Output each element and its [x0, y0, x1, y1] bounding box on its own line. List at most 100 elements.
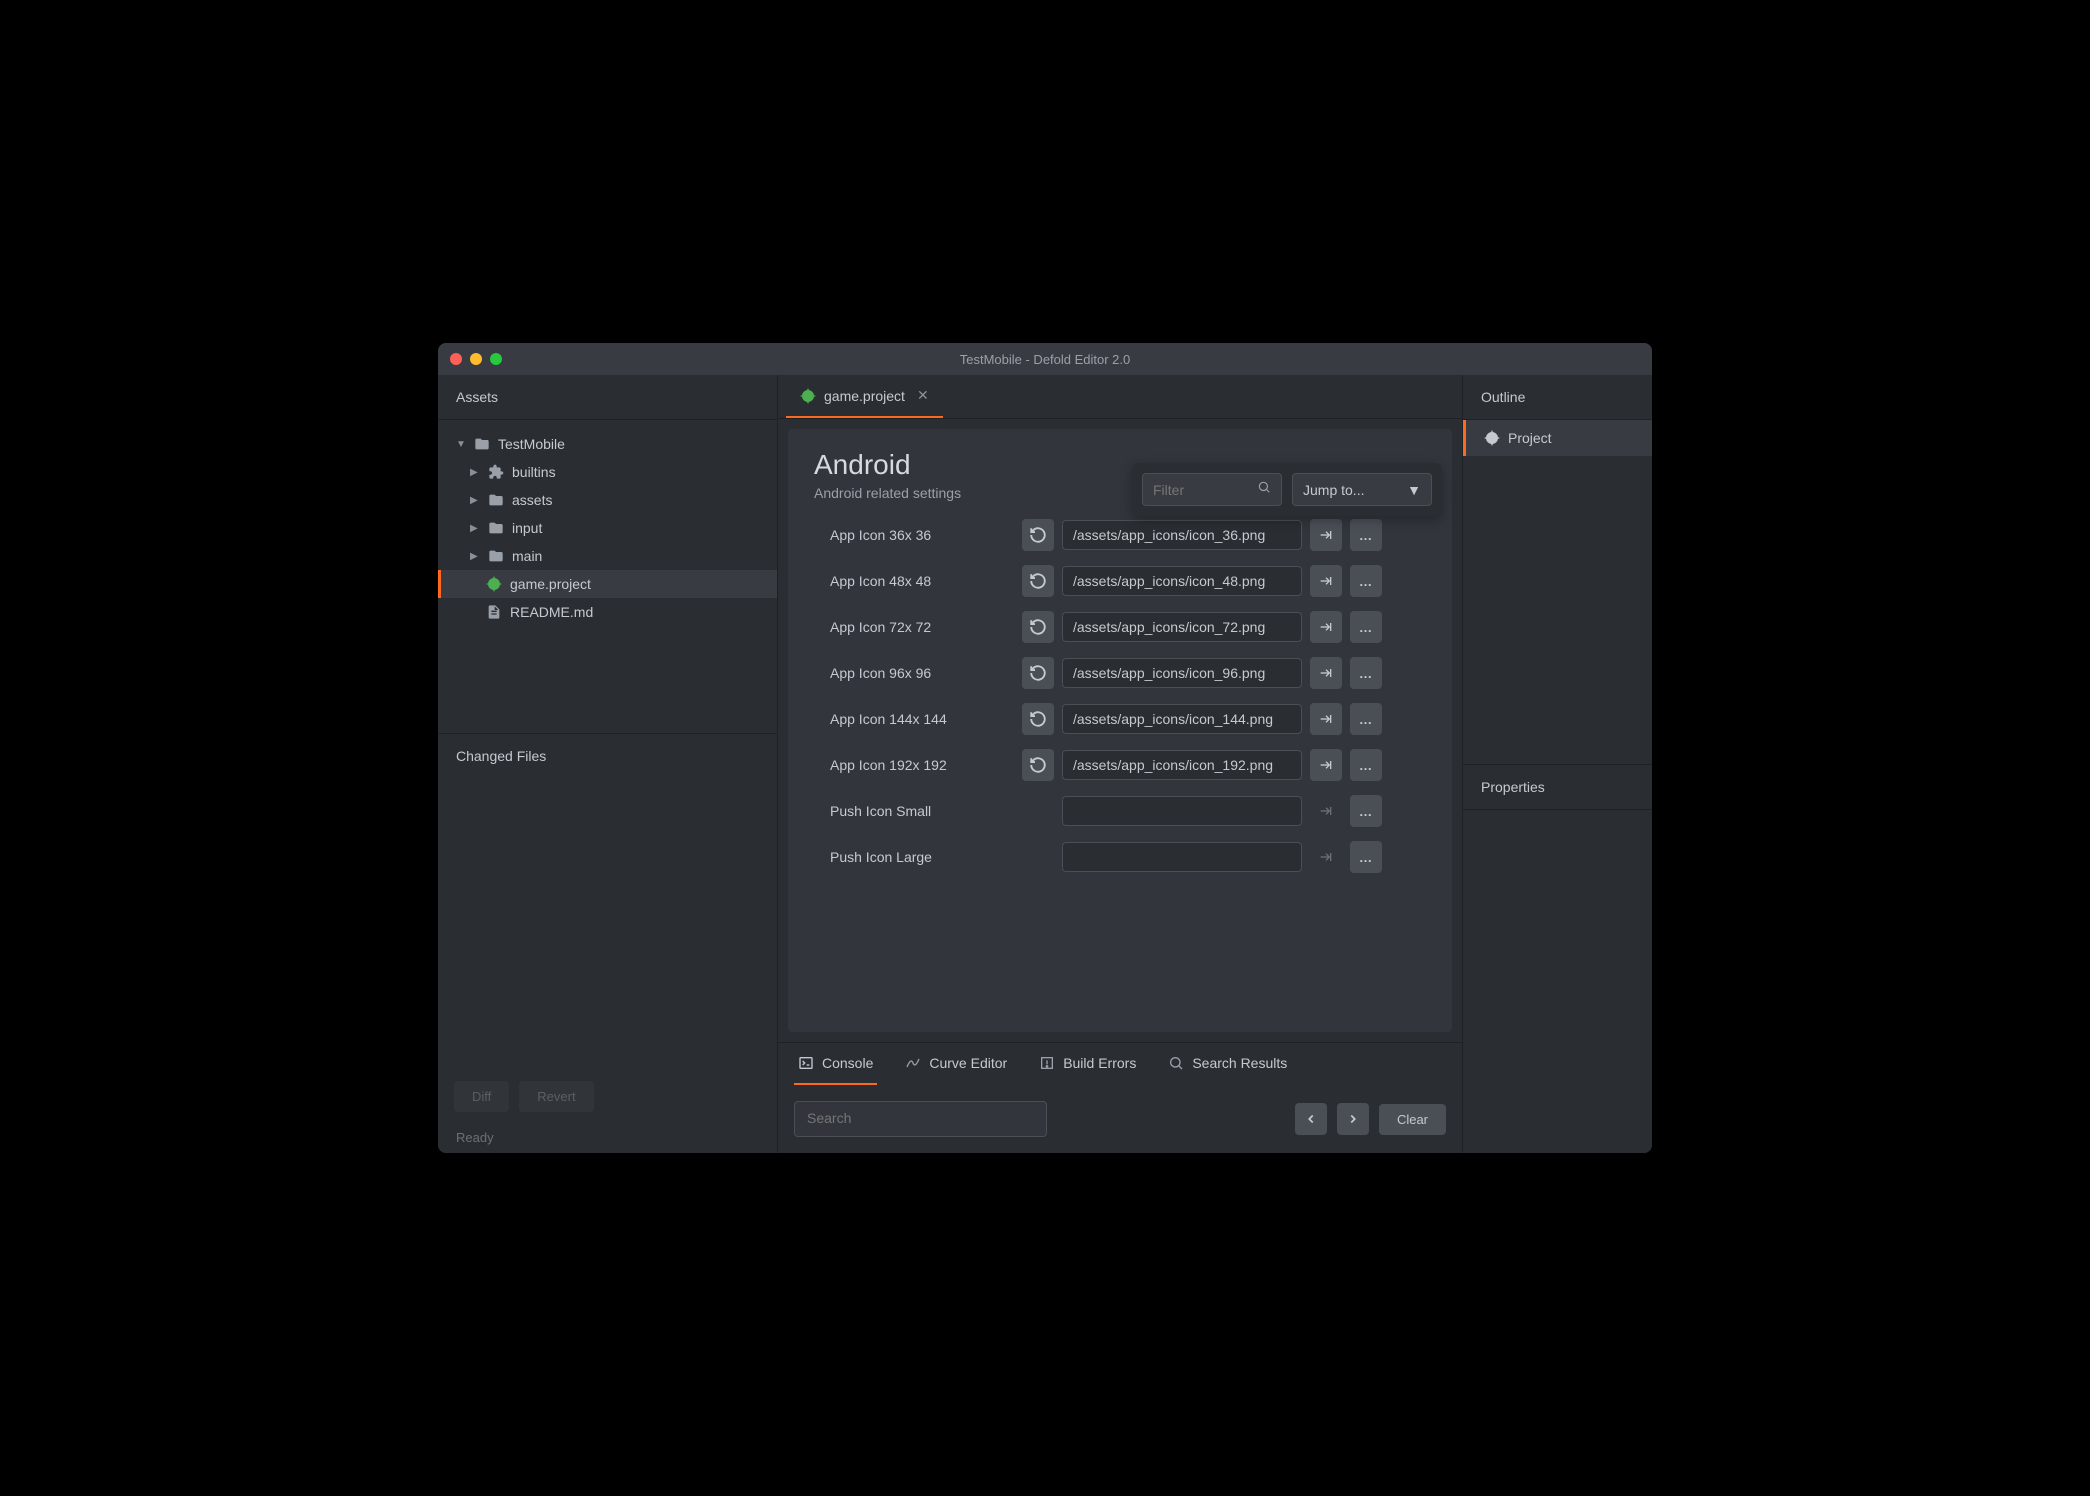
- tree-label: assets: [512, 492, 552, 508]
- folder-icon: [488, 548, 504, 564]
- tree-item-input[interactable]: ▶ input: [438, 514, 777, 542]
- property-input[interactable]: [1062, 658, 1302, 688]
- tree-item-root[interactable]: ▼ TestMobile: [438, 430, 777, 458]
- property-input[interactable]: [1062, 704, 1302, 734]
- assets-header: Assets: [438, 375, 777, 420]
- console-search-input[interactable]: [807, 1110, 1034, 1126]
- right-panel: Outline Project Properties: [1462, 375, 1652, 1153]
- chevron-down-icon: ▼: [1407, 482, 1421, 498]
- curve-icon: [905, 1055, 921, 1071]
- chevron-down-icon: ▼: [456, 439, 466, 450]
- property-label: App Icon 192x 192: [814, 757, 1014, 773]
- changed-files-body: [438, 778, 777, 1071]
- document-icon: [486, 604, 502, 620]
- left-panel: Assets ▼ TestMobile ▶ builtins ▶ assets: [438, 375, 778, 1153]
- tab-console[interactable]: Console: [794, 1043, 877, 1085]
- reset-button[interactable]: [1022, 611, 1054, 643]
- filter-input-wrapper[interactable]: [1142, 473, 1282, 506]
- prev-button[interactable]: [1295, 1103, 1327, 1135]
- diff-button[interactable]: Diff: [454, 1081, 509, 1112]
- filter-toolbar: Jump to... ▼: [1132, 463, 1442, 516]
- goto-button[interactable]: [1310, 611, 1342, 643]
- goto-button[interactable]: [1310, 703, 1342, 735]
- next-button[interactable]: [1337, 1103, 1369, 1135]
- property-input[interactable]: [1062, 842, 1302, 872]
- outline-label: Project: [1508, 430, 1552, 446]
- folder-icon: [474, 436, 490, 452]
- goto-button[interactable]: [1310, 795, 1342, 827]
- tab-search-results[interactable]: Search Results: [1164, 1043, 1291, 1085]
- folder-icon: [488, 492, 504, 508]
- status-bar: Ready: [438, 1122, 777, 1153]
- reset-button[interactable]: [1022, 749, 1054, 781]
- editor-window: TestMobile - Defold Editor 2.0 Assets ▼ …: [438, 343, 1652, 1153]
- reset-button[interactable]: [1022, 657, 1054, 689]
- property-label: Push Icon Small: [814, 803, 1014, 819]
- browse-button[interactable]: …: [1350, 841, 1382, 873]
- tree-item-assets[interactable]: ▶ assets: [438, 486, 777, 514]
- property-row: App Icon 192x 192 …: [814, 749, 1426, 781]
- browse-button[interactable]: …: [1350, 519, 1382, 551]
- search-icon: [1257, 480, 1271, 499]
- browse-button[interactable]: …: [1350, 795, 1382, 827]
- browse-button[interactable]: …: [1350, 611, 1382, 643]
- browse-button[interactable]: …: [1350, 657, 1382, 689]
- property-row: Push Icon Small …: [814, 795, 1426, 827]
- minimize-window-button[interactable]: [470, 353, 482, 365]
- filter-input[interactable]: [1153, 482, 1243, 498]
- goto-button[interactable]: [1310, 519, 1342, 551]
- tree-item-game-project[interactable]: game.project: [438, 570, 777, 598]
- property-row: App Icon 36x 36 …: [814, 519, 1426, 551]
- outline-item-project[interactable]: Project: [1463, 420, 1652, 456]
- error-icon: [1039, 1055, 1055, 1071]
- clear-button[interactable]: Clear: [1379, 1104, 1446, 1135]
- tab-game-project[interactable]: game.project ✕: [786, 375, 943, 418]
- property-row: App Icon 48x 48 …: [814, 565, 1426, 597]
- property-row: App Icon 72x 72 …: [814, 611, 1426, 643]
- console-icon: [798, 1055, 814, 1071]
- search-icon: [1168, 1055, 1184, 1071]
- browse-button[interactable]: …: [1350, 565, 1382, 597]
- tree-item-builtins[interactable]: ▶ builtins: [438, 458, 777, 486]
- browse-button[interactable]: …: [1350, 703, 1382, 735]
- outline-header: Outline: [1463, 375, 1652, 420]
- asset-tree: ▼ TestMobile ▶ builtins ▶ assets ▶: [438, 420, 777, 733]
- property-row: App Icon 144x 144 …: [814, 703, 1426, 735]
- close-window-button[interactable]: [450, 353, 462, 365]
- revert-button[interactable]: Revert: [519, 1081, 593, 1112]
- tree-item-main[interactable]: ▶ main: [438, 542, 777, 570]
- editor-area: Android Android related settings Jump to…: [788, 429, 1452, 1032]
- reset-button[interactable]: [1022, 519, 1054, 551]
- property-label: App Icon 48x 48: [814, 573, 1014, 589]
- puzzle-icon: [488, 464, 504, 480]
- tree-label: input: [512, 520, 542, 536]
- tab-label: game.project: [824, 388, 905, 404]
- tab-build-errors[interactable]: Build Errors: [1035, 1043, 1140, 1085]
- property-label: App Icon 144x 144: [814, 711, 1014, 727]
- goto-button[interactable]: [1310, 565, 1342, 597]
- tree-label: main: [512, 548, 542, 564]
- browse-button[interactable]: …: [1350, 749, 1382, 781]
- chevron-right-icon: ▶: [470, 495, 480, 506]
- property-input[interactable]: [1062, 750, 1302, 780]
- titlebar: TestMobile - Defold Editor 2.0: [438, 343, 1652, 375]
- console-search-wrapper[interactable]: [794, 1101, 1047, 1137]
- chevron-right-icon: ▶: [470, 551, 480, 562]
- property-input[interactable]: [1062, 612, 1302, 642]
- chevron-right-icon: ▶: [470, 523, 480, 534]
- close-icon[interactable]: ✕: [917, 387, 929, 404]
- tree-item-readme[interactable]: README.md: [438, 598, 777, 626]
- property-input[interactable]: [1062, 566, 1302, 596]
- goto-button[interactable]: [1310, 657, 1342, 689]
- goto-button[interactable]: [1310, 749, 1342, 781]
- window-controls: [450, 353, 502, 365]
- maximize-window-button[interactable]: [490, 353, 502, 365]
- tree-label: builtins: [512, 464, 556, 480]
- property-input[interactable]: [1062, 520, 1302, 550]
- jump-dropdown[interactable]: Jump to... ▼: [1292, 473, 1432, 506]
- reset-button[interactable]: [1022, 565, 1054, 597]
- goto-button[interactable]: [1310, 841, 1342, 873]
- property-input[interactable]: [1062, 796, 1302, 826]
- reset-button[interactable]: [1022, 703, 1054, 735]
- tab-curve-editor[interactable]: Curve Editor: [901, 1043, 1011, 1085]
